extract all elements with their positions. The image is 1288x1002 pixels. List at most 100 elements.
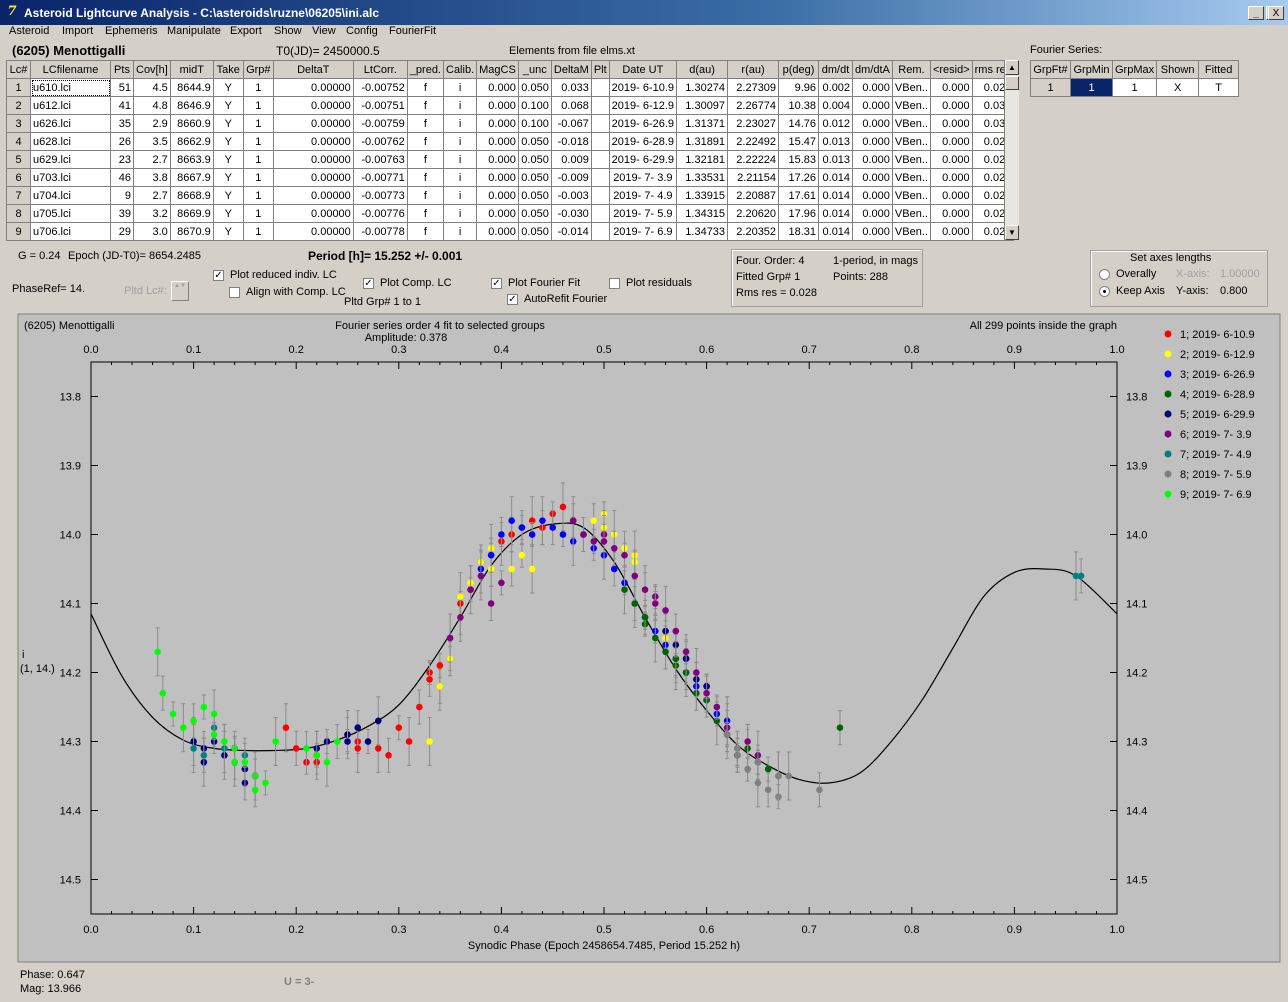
data-point [385,752,392,759]
data-point [713,703,721,711]
data-point [518,524,526,531]
lightcurve-chart[interactable]: 0.0 0.0 0.1 0.1 0.2 0.2 0.3 0.3 0.4 0.4 0.5 0.5 0.6 0… [0,0,1288,1002]
x-tick-label-bottom: 1.0 [1109,924,1124,936]
data-point [508,517,515,524]
chart-amplitude: Amplitude: 0.378 [365,332,448,344]
y-tick-label-right: 13.9 [1126,461,1147,473]
data-point [508,565,515,573]
data-point [734,752,741,759]
x-tick-label-top: 0.6 [699,344,714,356]
data-point [210,710,218,718]
x-tick-label-top: 0.5 [596,344,611,356]
data-point [1077,572,1085,580]
chart-subtitle: Fourier series order 4 fit to selected g… [335,320,545,332]
data-point [498,531,505,538]
data-point [672,627,680,635]
data-point [467,586,474,593]
status-phase: Phase: 0.647 [20,969,85,981]
data-point [498,579,505,587]
data-point [693,669,700,676]
y-axis-label-1: i [22,649,24,661]
data-point [621,586,628,593]
data-point [528,565,536,573]
legend-entry: 8; 2019- 7- 5.9 [1180,469,1252,481]
y-tick-label-right: 14.4 [1126,806,1147,818]
legend-marker [1164,370,1172,378]
data-point [159,689,167,697]
data-point [764,765,772,773]
legend-entry: 7; 2019- 7- 4.9 [1180,449,1252,461]
data-point [282,724,290,731]
y-tick-label-left: 14.0 [60,530,81,542]
x-tick-label-bottom: 0.4 [494,924,509,936]
y-tick-label-right: 14.1 [1126,599,1147,611]
data-point [344,738,351,745]
data-point [354,745,362,752]
x-tick-label-top: 0.4 [494,344,509,356]
data-point [785,772,792,780]
data-point [662,607,669,614]
legend-entry: 9; 2019- 7- 6.9 [1180,489,1252,501]
data-point [775,772,782,780]
data-point [436,662,444,669]
x-axis-title: Synodic Phase (Epoch 2458654.7485, Perio… [468,940,740,952]
legend-entry: 4; 2019- 6-28.9 [1180,389,1255,401]
data-point [528,531,536,538]
data-point [374,717,382,725]
legend-marker [1164,330,1172,338]
data-point [426,676,433,683]
legend-marker [1164,470,1172,478]
data-point [744,765,751,773]
data-point [292,745,300,752]
data-point [436,683,444,690]
data-point [374,745,382,752]
data-point [652,600,659,607]
data-point [836,724,844,731]
data-point [154,648,161,656]
data-point [580,531,587,538]
data-point [313,752,321,759]
data-point [190,745,197,752]
legend-marker [1164,410,1172,418]
x-tick-label-top: 0.7 [802,344,817,356]
data-point [754,758,762,766]
data-point [631,600,639,607]
data-point [518,551,526,559]
data-point [231,758,238,766]
y-tick-label-right: 14.0 [1126,530,1147,542]
x-tick-label-bottom: 0.1 [186,924,201,936]
y-tick-label-left: 13.9 [60,461,81,473]
data-point [569,517,577,524]
data-point [723,731,731,738]
x-tick-label-bottom: 0.3 [391,924,406,936]
legend-entry: 1; 2019- 6-10.9 [1180,329,1255,341]
y-tick-label-right: 13.8 [1126,392,1147,404]
data-point [590,538,598,545]
x-tick-label-bottom: 0.6 [699,924,714,936]
data-point [364,738,372,745]
data-point [416,703,423,711]
data-point [682,648,690,656]
chart-object-name: (6205) Menottigalli [24,320,115,332]
x-tick-label-top: 0.2 [289,344,304,356]
legend-entry: 6; 2019- 7- 3.9 [1180,429,1252,441]
data-point [652,634,659,642]
data-point [754,779,762,787]
y-axis-label-2: (1, 14.) [20,663,55,675]
data-point [600,538,608,545]
y-tick-label-right: 14.3 [1126,737,1147,749]
data-point [262,779,269,787]
x-tick-label-top: 0.8 [904,344,919,356]
x-tick-label-bottom: 0.7 [802,924,817,936]
data-point [610,545,618,552]
data-point [631,572,639,580]
x-tick-label-bottom: 0.0 [83,924,98,936]
legend-marker [1164,430,1172,438]
data-point [549,524,556,531]
x-tick-label-top: 0.9 [1007,344,1022,356]
legend-entry: 2; 2019- 6-12.9 [1180,349,1255,361]
data-point [405,738,413,745]
data-point [200,752,208,759]
data-point [610,565,618,573]
legend-marker [1164,490,1172,498]
